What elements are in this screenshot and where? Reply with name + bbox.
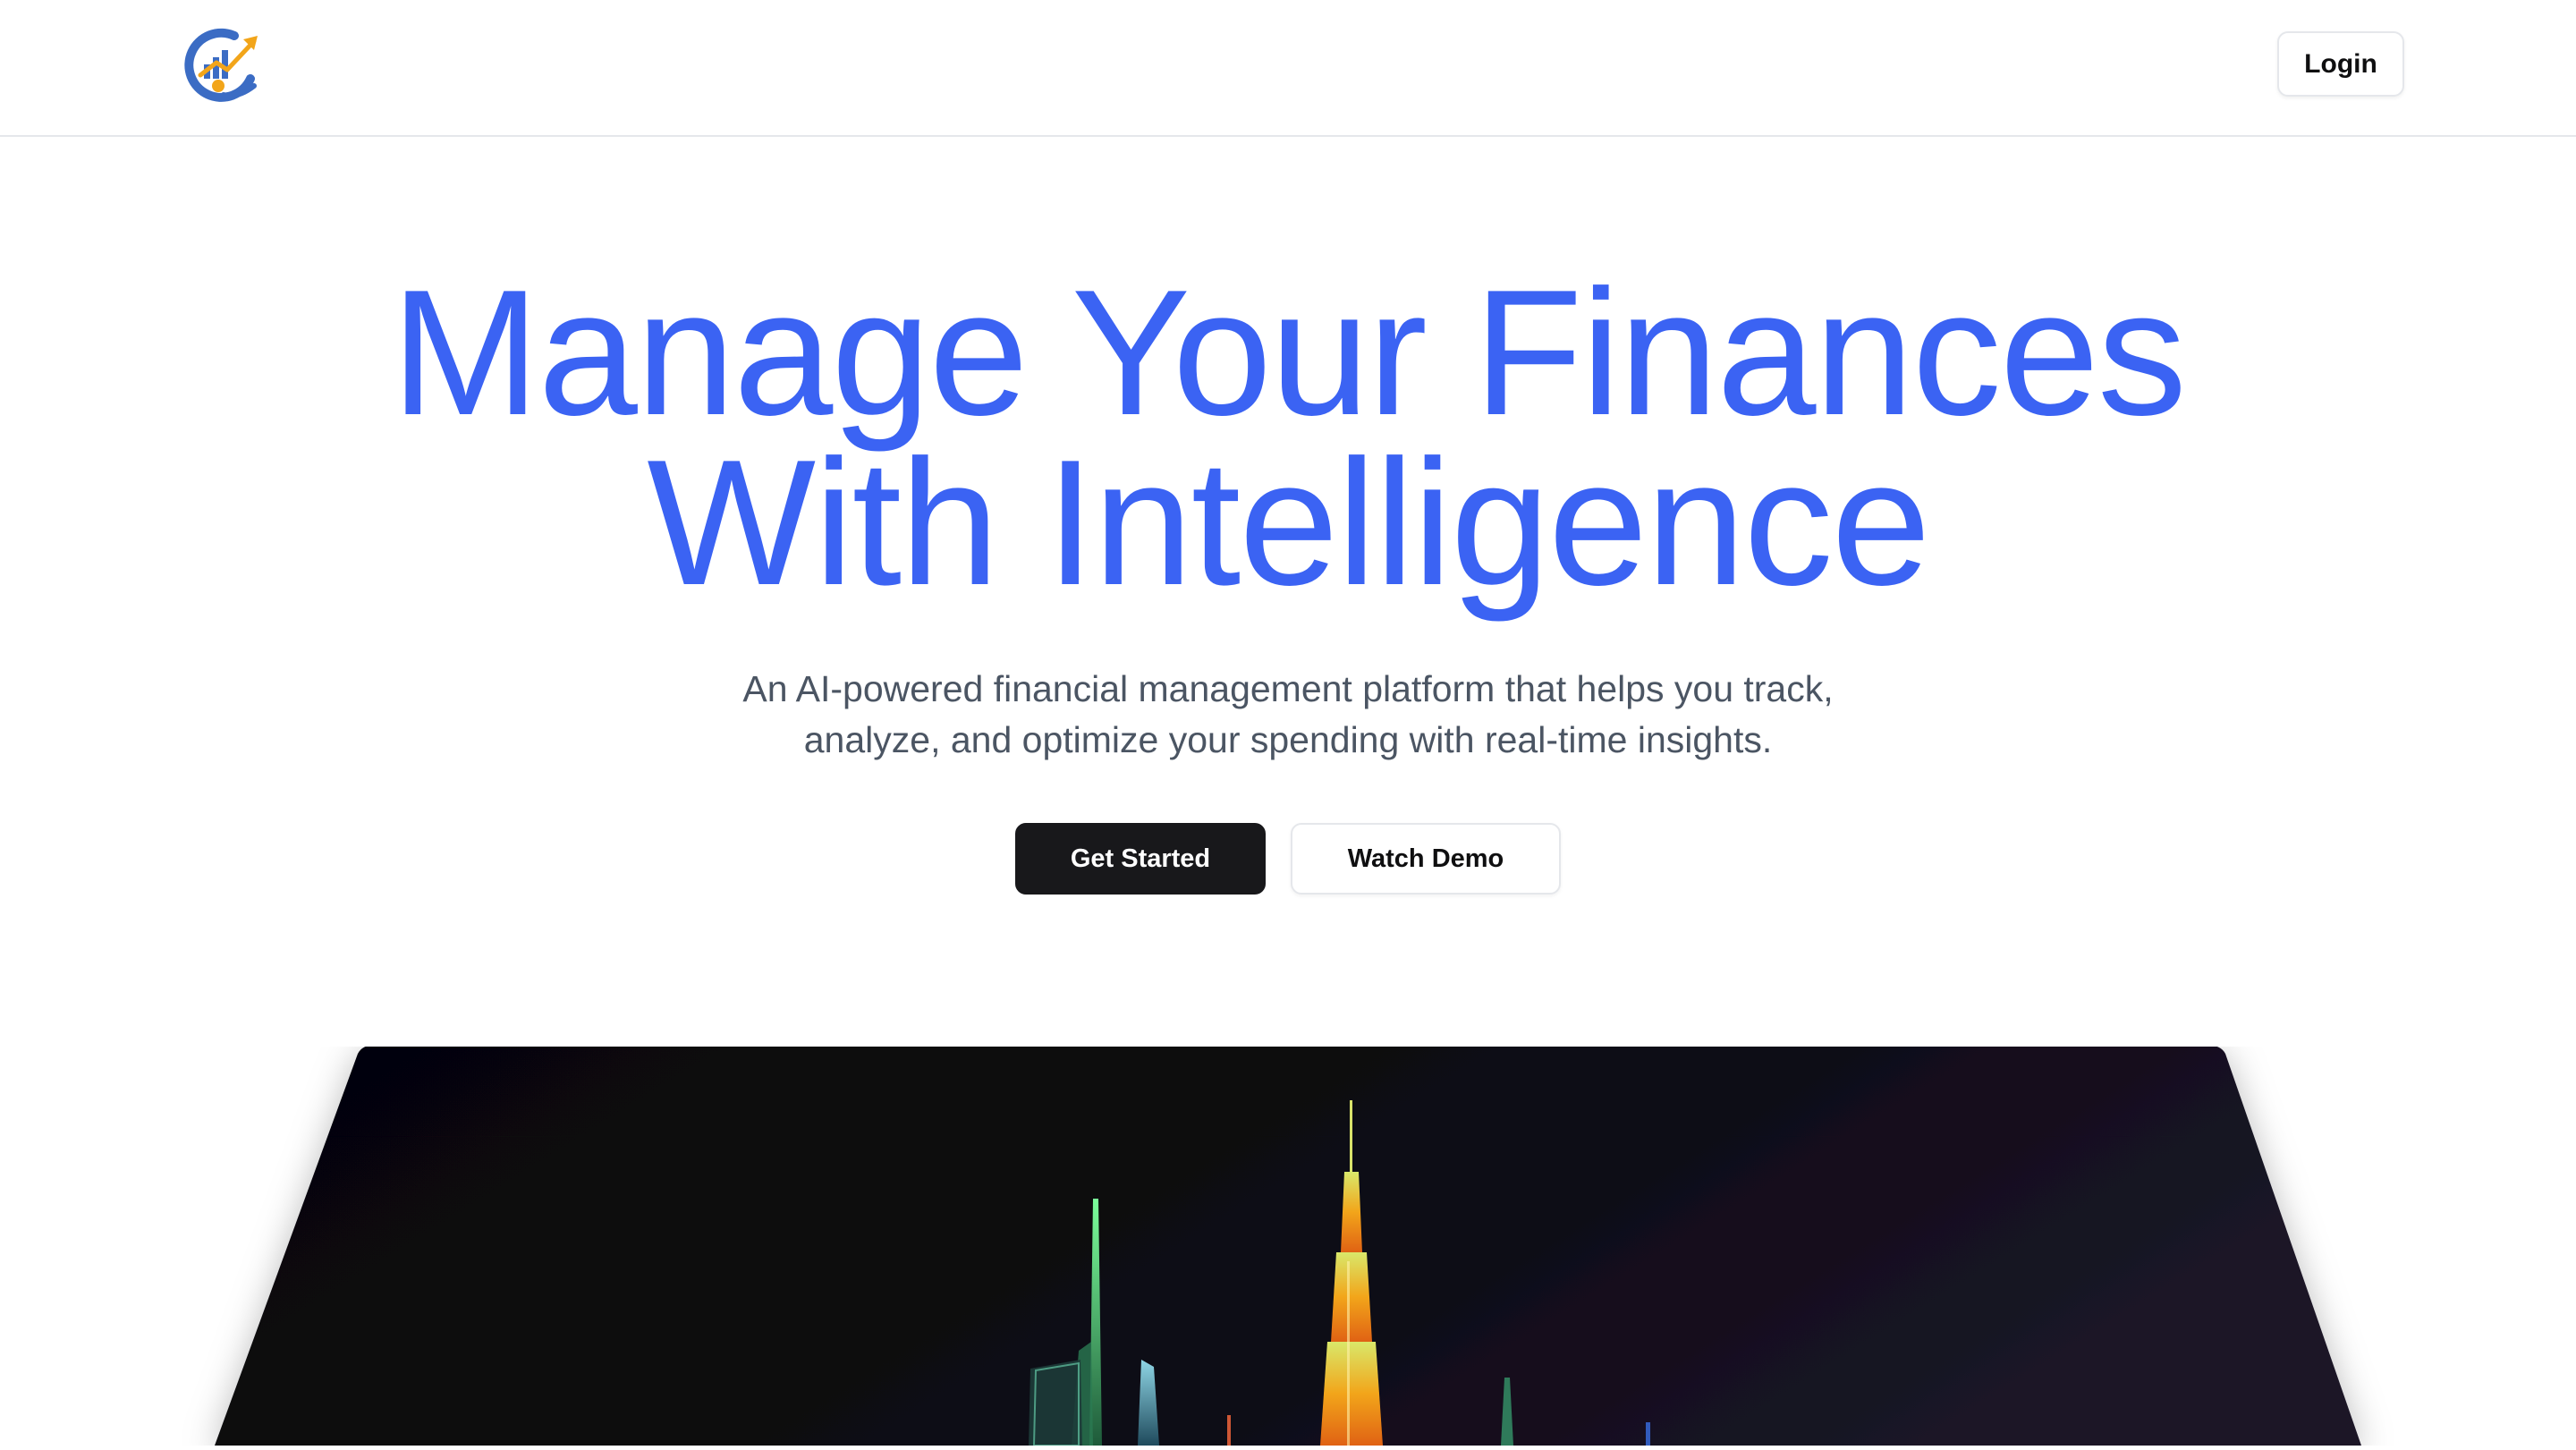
- hero-preview-image: [0, 1045, 2576, 1446]
- top-navbar: Login: [0, 0, 2576, 137]
- finance-logo-icon: [184, 28, 258, 102]
- hero-subtitle: An AI-powered financial management platf…: [0, 664, 2576, 766]
- hero-title: Manage Your Finances With Intelligence: [0, 253, 2576, 623]
- logo-home-link[interactable]: [179, 23, 265, 109]
- hero-title-line-1: Manage Your Finances: [391, 253, 2187, 453]
- watch-demo-button[interactable]: Watch Demo: [1291, 823, 1561, 895]
- get-started-button[interactable]: Get Started: [1015, 823, 1266, 895]
- hero-subtitle-line-1: An AI-powered financial management platf…: [742, 668, 1834, 709]
- login-button[interactable]: Login: [2277, 31, 2404, 97]
- hero-subtitle-line-2: analyze, and optimize your spending with…: [803, 719, 1773, 760]
- city-skyline-illustration: [215, 1045, 2361, 1446]
- hero-title-line-2: With Intelligence: [647, 423, 1930, 623]
